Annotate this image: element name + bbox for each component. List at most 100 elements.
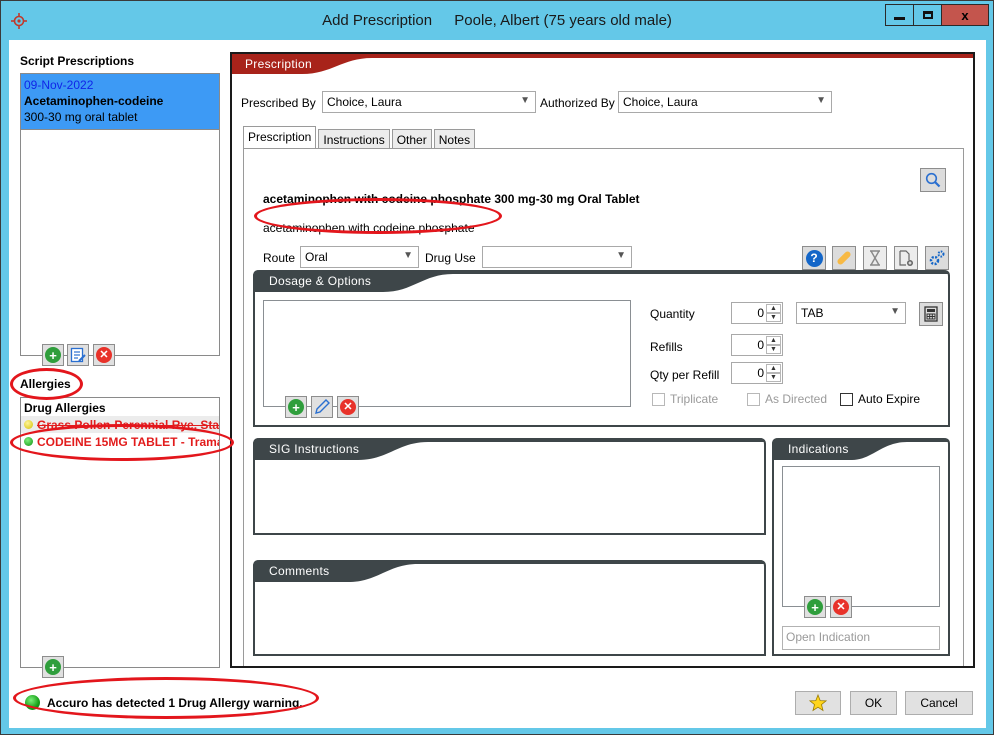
chevron-down-icon: ▼ — [816, 95, 826, 106]
tab-other[interactable]: Other — [391, 129, 432, 149]
status-indicator-icon — [25, 695, 40, 710]
script-prescriptions-list[interactable]: 09-Nov-2022 Acetaminophen-codeine 300-30… — [20, 73, 220, 356]
dosage-options-title: Dosage & Options — [269, 274, 372, 288]
sig-instructions-group: SIG Instructions — [253, 438, 766, 535]
help-icon: ? — [805, 249, 823, 267]
script-prescriptions-label: Script Prescriptions — [20, 54, 135, 68]
new-document-icon — [899, 249, 913, 266]
decrement-icon[interactable]: ▼ — [766, 373, 781, 382]
checkbox-icon — [652, 392, 665, 406]
qty-per-refill-label: Qty per Refill — [650, 368, 720, 382]
drug-use-label: Drug Use — [425, 251, 476, 265]
favorite-button[interactable] — [795, 691, 841, 715]
search-icon — [925, 172, 941, 188]
tab-bar: Prescription Instructions Other Notes — [243, 126, 476, 149]
authorized-by-label: Authorized By — [540, 96, 615, 110]
prescription-date: 09-Nov-2022 — [24, 78, 94, 92]
as-directed-label: As Directed — [765, 392, 828, 406]
edit-prescription-button[interactable] — [67, 344, 89, 366]
dialog-title: Add Prescription — [322, 12, 433, 29]
add-icon: + — [45, 659, 61, 675]
settings-icon — [929, 250, 945, 266]
checkbox-icon — [747, 392, 760, 406]
add-prescription-window: Add Prescription Poole, Albert (75 years… — [0, 0, 994, 735]
tab-instructions[interactable]: Instructions — [318, 129, 390, 149]
settings-button[interactable] — [925, 246, 949, 270]
increment-icon[interactable]: ▲ — [766, 304, 781, 313]
prescribed-by-value: Choice, Laura — [327, 95, 402, 109]
green-status-icon — [24, 437, 33, 446]
dosage-list[interactable] — [263, 300, 631, 407]
edit-list-icon — [70, 347, 86, 363]
authorized-by-select[interactable]: Choice, Laura ▼ — [618, 91, 832, 113]
list-item[interactable]: 09-Nov-2022 Acetaminophen-codeine 300-30… — [21, 74, 219, 130]
allergy-list[interactable]: Drug Allergies Grass Pollen-Perennial Ry… — [20, 397, 220, 668]
delete-icon: ✕ — [340, 399, 356, 415]
allergy-text: Grass Pollen-Perennial Rye, Sta — [37, 417, 219, 432]
add-icon: + — [45, 347, 61, 363]
cancel-button[interactable]: Cancel — [905, 691, 973, 715]
drug-search-button[interactable] — [920, 168, 946, 192]
add-prescription-button[interactable]: + — [42, 344, 64, 366]
route-value: Oral — [305, 250, 328, 264]
chevron-down-icon: ▼ — [403, 250, 413, 261]
comments-area[interactable] — [255, 582, 764, 654]
comments-title: Comments — [269, 564, 330, 578]
checkbox-icon — [840, 392, 853, 406]
add-dosage-button[interactable]: + — [285, 396, 307, 418]
qty-per-refill-value: 0 — [757, 366, 764, 380]
add-allergy-button[interactable]: + — [42, 656, 64, 678]
indications-title: Indications — [788, 442, 849, 456]
allergy-item[interactable]: Grass Pollen-Perennial Rye, Sta — [21, 416, 219, 433]
chevron-down-icon: ▼ — [616, 250, 626, 261]
close-icon: x — [961, 7, 969, 23]
increment-icon[interactable]: ▲ — [766, 364, 781, 373]
quantity-stepper[interactable]: 0 ▲ ▼ — [731, 302, 783, 324]
allergy-item[interactable]: CODEINE 15MG TABLET - Trama — [21, 433, 219, 450]
maximize-button[interactable] — [914, 5, 942, 25]
window-title: Add Prescription Poole, Albert (75 years… — [1, 12, 993, 29]
edit-dosage-button[interactable] — [311, 396, 333, 418]
as-directed-checkbox[interactable]: As Directed — [747, 392, 827, 406]
triplicate-checkbox[interactable]: Triplicate — [652, 392, 718, 406]
allergy-warning-message: Accuro has detected 1 Drug Allergy warni… — [47, 695, 303, 710]
decrement-icon[interactable]: ▼ — [766, 313, 781, 322]
sig-instructions-area[interactable] — [255, 460, 764, 533]
sig-instructions-title: SIG Instructions — [269, 442, 360, 456]
close-button[interactable]: x — [942, 5, 988, 25]
indications-group: Indications + ✕ Open Indication — [772, 438, 950, 656]
tab-notes[interactable]: Notes — [433, 129, 476, 149]
title-bar[interactable]: Add Prescription Poole, Albert (75 years… — [1, 1, 993, 39]
calculator-button[interactable] — [919, 302, 943, 326]
open-indication-input[interactable]: Open Indication — [782, 626, 940, 650]
add-indication-button[interactable]: + — [804, 596, 826, 618]
add-icon: + — [807, 599, 823, 615]
refills-value: 0 — [757, 338, 764, 352]
dosage-options-group: Dosage & Options + ✕ Quantity 0 ▲ ▼ TAB … — [253, 270, 950, 427]
ok-button[interactable]: OK — [850, 691, 897, 715]
delete-indication-button[interactable]: ✕ — [830, 596, 852, 618]
pill-button[interactable] — [832, 246, 856, 270]
prescribed-by-select[interactable]: Choice, Laura ▼ — [322, 91, 536, 113]
help-button[interactable]: ? — [802, 246, 826, 270]
drug-use-select[interactable]: ▼ — [482, 246, 632, 268]
minimize-button[interactable] — [886, 5, 914, 25]
maximize-icon — [922, 11, 933, 19]
delete-prescription-button[interactable]: ✕ — [93, 344, 115, 366]
unit-select[interactable]: TAB ▼ — [796, 302, 906, 324]
qty-per-refill-stepper[interactable]: 0 ▲ ▼ — [731, 362, 783, 384]
decrement-icon[interactable]: ▼ — [766, 345, 781, 354]
new-document-button[interactable] — [894, 246, 918, 270]
increment-icon[interactable]: ▲ — [766, 336, 781, 345]
drug-full-name: acetaminophen with codeine phosphate 300… — [263, 192, 640, 206]
route-select[interactable]: Oral ▼ — [300, 246, 419, 268]
tab-prescription[interactable]: Prescription — [243, 126, 317, 149]
indications-list[interactable] — [782, 466, 940, 607]
refills-stepper[interactable]: 0 ▲ ▼ — [731, 334, 783, 356]
delete-dosage-button[interactable]: ✕ — [337, 396, 359, 418]
auto-expire-checkbox[interactable]: Auto Expire — [840, 392, 920, 406]
star-icon — [809, 694, 827, 712]
comments-header — [253, 560, 766, 582]
hourglass-button[interactable] — [863, 246, 887, 270]
dialog-body: Script Prescriptions 09-Nov-2022 Acetami… — [9, 40, 986, 728]
